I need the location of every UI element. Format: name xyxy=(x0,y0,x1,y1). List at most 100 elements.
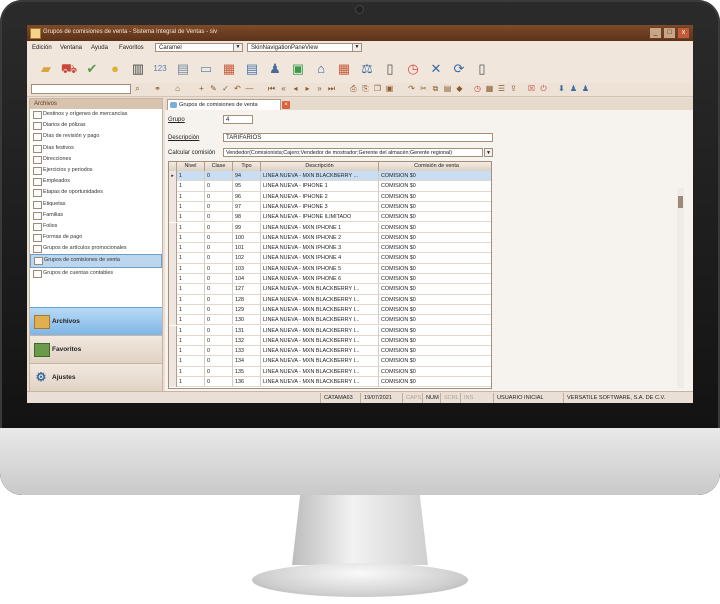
cell-nivel[interactable]: 1 xyxy=(177,222,205,233)
row-indicator[interactable] xyxy=(169,253,177,264)
cancel-icon[interactable]: ☒ xyxy=(527,84,536,94)
cell-nivel[interactable]: 1 xyxy=(177,243,205,254)
table-row[interactable]: 1 0 100 LINEA NUEVA - MXN IPHONE 2 COMISION … xyxy=(169,232,491,244)
menu-favoritos[interactable]: Favoritos xyxy=(119,45,144,51)
row-indicator[interactable] xyxy=(169,304,177,316)
nav-ajustes-button[interactable]: ⚙ Ajustes xyxy=(30,363,162,392)
binoculars-icon[interactable]: ⚭ xyxy=(153,84,162,94)
cut-icon[interactable]: ✂ xyxy=(419,84,428,94)
first-record-icon[interactable]: ⏮ xyxy=(267,84,276,94)
cell-tipo[interactable]: 136 xyxy=(233,377,261,388)
cell-descripcion[interactable]: LINEA NUEVA - IPHONE 1 xyxy=(261,181,379,192)
cell-comision[interactable]: COMISION $0 xyxy=(379,181,491,192)
table-row[interactable]: 1 0 101 LINEA NUEVA - MXN IPHONE 3 COMISION … xyxy=(169,243,491,254)
accept-icon[interactable]: ✓ xyxy=(221,84,230,94)
menu-ayuda[interactable]: Ayuda xyxy=(91,45,108,51)
table-row[interactable]: 1 0 132 LINEA NUEVA - MXN BLACKBERRY I... CO… xyxy=(169,335,491,347)
cell-comision[interactable]: COMISION $0 xyxy=(379,295,491,305)
row-indicator[interactable] xyxy=(169,243,177,254)
cell-clase[interactable]: 0 xyxy=(205,243,233,254)
cell-clase[interactable]: 0 xyxy=(205,263,233,274)
cell-tipo[interactable]: 130 xyxy=(233,315,261,326)
prev-page-icon[interactable]: « xyxy=(279,84,288,94)
cell-clase[interactable]: 0 xyxy=(205,181,233,192)
cell-clase[interactable]: 0 xyxy=(205,171,233,182)
column-header-descripcion[interactable]: Descripción xyxy=(261,162,379,171)
clipboard-icon[interactable]: ▤ xyxy=(443,84,452,94)
cell-comision[interactable]: COMISION $0 xyxy=(379,171,491,182)
cell-nivel[interactable]: 1 xyxy=(177,356,205,367)
cell-descripcion[interactable]: LINEA NUEVA - IPHONE 2 xyxy=(261,191,379,202)
table-row[interactable]: 1 0 102 LINEA NUEVA - MXN IPHONE 4 COMISION … xyxy=(169,253,491,264)
cell-tipo[interactable]: 135 xyxy=(233,366,261,377)
export-icon[interactable]: ⇪ xyxy=(509,84,518,94)
table-row[interactable]: 1 0 95 LINEA NUEVA - IPHONE 1 COMISION $0 xyxy=(169,181,491,192)
row-indicator[interactable] xyxy=(169,335,177,347)
cell-tipo[interactable]: 95 xyxy=(233,181,261,192)
document-icon[interactable]: ▤ xyxy=(174,60,192,78)
table-row[interactable]: 1 0 136 LINEA NUEVA - MXN BLACKBERRY I... CO… xyxy=(169,377,491,388)
column-header-nivel[interactable]: Nivel xyxy=(177,162,205,171)
cell-clase[interactable]: 0 xyxy=(205,253,233,264)
cell-comision[interactable]: COMISION $0 xyxy=(379,305,491,316)
cell-tipo[interactable]: 99 xyxy=(233,222,261,233)
barcode-icon[interactable]: ▥ xyxy=(129,60,147,78)
home-icon[interactable]: ⌂ xyxy=(173,84,182,94)
cell-clase[interactable]: 0 xyxy=(205,222,233,233)
cell-comision[interactable]: COMISION $0 xyxy=(379,202,491,213)
maximize-button[interactable]: □ xyxy=(663,27,676,39)
table-row[interactable]: 1 0 128 LINEA NUEVA - MXN BLACKBERRY I... CO… xyxy=(169,294,491,305)
table-row[interactable]: 1 0 99 LINEA NUEVA - MXN IPHONE 1 COMISION $… xyxy=(169,222,491,233)
close-tab-icon[interactable]: × xyxy=(282,101,290,109)
cell-tipo[interactable]: 133 xyxy=(233,346,261,357)
clock-icon[interactable]: ◷ xyxy=(404,60,422,78)
print-icon[interactable]: ⎙ xyxy=(349,84,358,94)
sidebar-item-diarios[interactable]: Diarios de pólizas xyxy=(30,120,162,131)
cell-descripcion[interactable]: LINEA NUEVA - MXN BLACKBERRY ... xyxy=(261,171,379,182)
row-indicator[interactable]: ▸ xyxy=(169,171,177,182)
cell-clase[interactable]: 0 xyxy=(205,377,233,388)
row-indicator[interactable] xyxy=(169,274,177,285)
cart-icon[interactable]: ⛟ xyxy=(60,60,78,78)
cell-nivel[interactable]: 1 xyxy=(177,171,205,182)
tab-grupos-comisiones[interactable]: Grupos de comisiones de venta × xyxy=(167,99,290,110)
preview-icon[interactable]: ⎘ xyxy=(361,84,370,94)
view-combo[interactable]: SkinNavigationPaneView ▼ xyxy=(247,43,362,52)
cell-comision[interactable]: COMISION $0 xyxy=(379,356,491,367)
row-indicator[interactable] xyxy=(169,346,177,357)
cell-nivel[interactable]: 1 xyxy=(177,201,205,213)
last-record-icon[interactable]: ⏭ xyxy=(327,84,336,94)
money-icon[interactable]: ▣ xyxy=(289,60,307,78)
cell-descripcion[interactable]: LINEA NUEVA - MXN BLACKBERRY I... xyxy=(261,377,379,388)
cell-tipo[interactable]: 102 xyxy=(233,253,261,264)
coins-icon[interactable]: ● xyxy=(106,60,124,78)
report-icon[interactable]: ▤ xyxy=(243,60,261,78)
undo-icon[interactable]: ↶ xyxy=(233,84,242,94)
cell-clase[interactable]: 0 xyxy=(205,232,233,244)
sidebar-item-direcciones[interactable]: Direcciones xyxy=(30,154,162,165)
row-indicator[interactable] xyxy=(169,212,177,223)
cell-descripcion[interactable]: LINEA NUEVA - MXN BLACKBERRY I... xyxy=(261,294,379,305)
prev-record-icon[interactable]: ◂ xyxy=(291,84,300,94)
cell-tipo[interactable]: 128 xyxy=(233,294,261,305)
chevron-down-icon[interactable]: ▼ xyxy=(352,44,361,51)
table-row[interactable]: 1 0 130 LINEA NUEVA - MXN BLACKBERRY I... CO… xyxy=(169,315,491,326)
cell-nivel[interactable]: 1 xyxy=(177,232,205,244)
cell-nivel[interactable]: 1 xyxy=(177,346,205,357)
cell-clase[interactable]: 0 xyxy=(205,212,233,223)
cell-clase[interactable]: 0 xyxy=(205,201,233,213)
cell-clase[interactable]: 0 xyxy=(205,346,233,357)
cell-descripcion[interactable]: LINEA NUEVA - MXN IPHONE 2 xyxy=(261,232,379,244)
sidebar-item-etiquetas[interactable]: Etiquetas xyxy=(30,199,162,210)
column-header-comision[interactable]: Comisión de venta xyxy=(379,162,491,171)
cell-descripcion[interactable]: LINEA NUEVA - MXN IPHONE 1 xyxy=(261,222,379,233)
next-record-icon[interactable]: ▸ xyxy=(303,84,312,94)
cell-descripcion[interactable]: LINEA NUEVA - MXN BLACKBERRY I... xyxy=(261,304,379,316)
cell-nivel[interactable]: 1 xyxy=(177,253,205,264)
cell-clase[interactable]: 0 xyxy=(205,335,233,347)
grid-scrollbar[interactable] xyxy=(677,188,684,388)
cell-clase[interactable]: 0 xyxy=(205,274,233,285)
clock-icon[interactable]: ◷ xyxy=(473,84,482,94)
cell-clase[interactable]: 0 xyxy=(205,356,233,367)
grid-icon[interactable]: ▦ xyxy=(485,84,494,94)
